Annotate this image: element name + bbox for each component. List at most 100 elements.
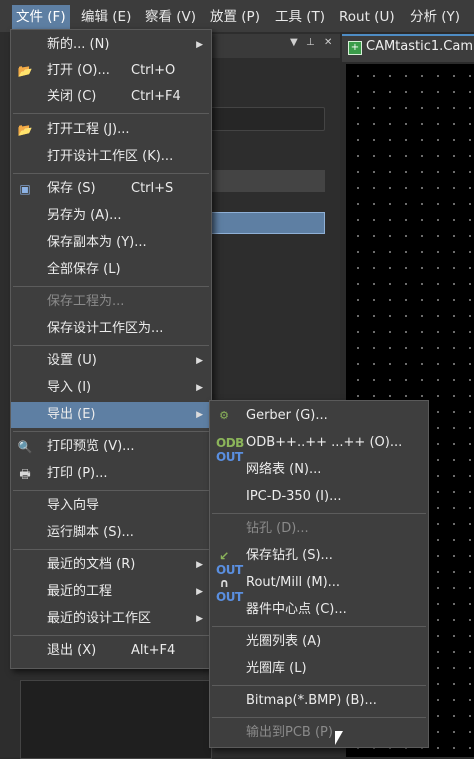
menu-view[interactable]: 察看 (V) <box>141 5 200 29</box>
menu-item-netlist[interactable]: 网络表 (N)... <box>210 457 428 483</box>
menu-item-aperture-library[interactable]: 光圈库 (L) <box>210 656 428 682</box>
menu-item-label: ODB++..++ ...++ (O)... <box>246 435 403 450</box>
menu-item-rout-mill[interactable]: ∩ OUT Rout/Mill (M)... <box>210 570 428 604</box>
menu-item-print-preview[interactable]: 🔍 打印预览 (V)... <box>11 434 211 460</box>
menu-item-label: 输出到PCB (P) <box>246 725 333 740</box>
menu-separator <box>13 490 209 491</box>
menu-item-gerber[interactable]: ⚙ Gerber (G)... <box>210 403 428 429</box>
menu-item-label: 新的... (N) <box>47 37 110 52</box>
menu-item-run-script[interactable]: 运行脚本 (S)... <box>11 520 211 546</box>
menu-edit[interactable]: 编辑 (E) <box>77 5 135 29</box>
menu-item-setup[interactable]: 设置 (U) ▶ <box>11 348 211 374</box>
menu-item-print[interactable]: 🖶 打印 (P)... <box>11 461 211 487</box>
open-project-icon: 📂 <box>17 123 33 137</box>
menu-file[interactable]: 文件 (F) <box>12 5 70 29</box>
menu-item-label: 打印 (P)... <box>47 466 108 481</box>
menu-item-export[interactable]: 导出 (E) ▶ <box>11 402 211 428</box>
shortcut-label: Ctrl+F4 <box>131 89 181 104</box>
menu-item-label: 保存 (S) <box>47 181 96 196</box>
cam-document-icon: + <box>348 41 362 55</box>
menu-separator <box>13 286 209 287</box>
menu-item-import-wizard[interactable]: 导入向导 <box>11 493 211 519</box>
panel-row[interactable] <box>210 170 325 192</box>
save-icon: ▣ <box>19 182 31 196</box>
panel-header: ▼ ⊥ ✕ <box>210 34 340 58</box>
menu-separator <box>212 626 426 627</box>
drill-export-icon: ↙ OUT <box>216 549 243 577</box>
menu-item-ipc-d-350[interactable]: IPC-D-350 (I)... <box>210 484 428 510</box>
menu-item-label: 保存设计工作区为... <box>47 321 164 336</box>
pin-icon[interactable]: ⊥ <box>306 37 315 48</box>
rout-mill-export-icon: ∩ OUT <box>216 576 243 604</box>
menu-item-label: 光圈列表 (A) <box>246 634 322 649</box>
menu-item-label: 打开设计工作区 (K)... <box>47 149 174 164</box>
menu-separator <box>212 513 426 514</box>
submenu-arrow-icon: ▶ <box>196 587 203 597</box>
menu-item-label: 导出 (E) <box>47 407 96 422</box>
export-submenu: ⚙ Gerber (G)... ODB OUT ODB++..++ ...++ (… <box>209 400 429 748</box>
menu-item-label: 保存钻孔 (S)... <box>246 548 333 563</box>
submenu-arrow-icon: ▶ <box>196 383 203 393</box>
document-tab[interactable]: + CAMtastic1.Cam * <box>342 34 474 62</box>
print-icon: 🖶 <box>19 467 31 481</box>
menu-item-label: 保存工程为... <box>47 294 125 309</box>
panel-row-selected[interactable] <box>210 212 325 234</box>
menu-item-label: 钻孔 (D)... <box>246 521 309 536</box>
menu-item-bitmap[interactable]: Bitmap(*.BMP) (B)... <box>210 688 428 714</box>
menu-item-open-project[interactable]: 📂 打开工程 (J)... <box>11 117 211 143</box>
mouse-cursor-icon <box>335 731 343 745</box>
menu-item-label: 最近的工程 <box>47 584 113 599</box>
menu-item-exit[interactable]: 退出 (X) Alt+F4 <box>11 638 211 664</box>
menu-item-label: 导入向导 <box>47 498 100 513</box>
menu-item-odb[interactable]: ODB OUT ODB++..++ ...++ (O)... <box>210 430 428 464</box>
close-icon[interactable]: ✕ <box>324 37 332 48</box>
menu-separator <box>13 549 209 550</box>
menu-item-new[interactable]: 新的... (N) ▶ <box>11 32 211 58</box>
menu-item-open[interactable]: 📂 打开 (O)... Ctrl+O <box>11 58 211 84</box>
menu-item-label: Gerber (G)... <box>246 408 328 423</box>
menu-item-save-drill[interactable]: ↙ OUT 保存钻孔 (S)... <box>210 543 428 577</box>
menu-item-open-workspace[interactable]: 打开设计工作区 (K)... <box>11 144 211 170</box>
menu-separator <box>13 635 209 636</box>
odb-export-icon: ODB OUT <box>216 436 244 464</box>
menu-item-save-copy-as[interactable]: 保存副本为 (Y)... <box>11 230 211 256</box>
menu-item-close[interactable]: 关闭 (C) Ctrl+F4 <box>11 84 211 110</box>
submenu-arrow-icon: ▶ <box>196 614 203 624</box>
panel-menu-icon[interactable]: ▼ <box>290 37 298 48</box>
menu-item-save-workspace-as[interactable]: 保存设计工作区为... <box>11 316 211 342</box>
menu-item-aperture-list[interactable]: 光圈列表 (A) <box>210 629 428 655</box>
menu-separator <box>212 685 426 686</box>
menu-item-import[interactable]: 导入 (I) ▶ <box>11 375 211 401</box>
menu-place[interactable]: 放置 (P) <box>206 5 264 29</box>
panel-list-area <box>20 680 212 759</box>
shortcut-label: Alt+F4 <box>131 643 176 658</box>
menu-item-label: 运行脚本 (S)... <box>47 525 134 540</box>
menu-separator <box>13 113 209 114</box>
menu-item-label: 打开工程 (J)... <box>47 122 130 137</box>
menu-tools[interactable]: 工具 (T) <box>271 5 329 29</box>
file-menu: 新的... (N) ▶ 📂 打开 (O)... Ctrl+O 关闭 (C) Ct… <box>10 29 212 669</box>
menu-item-save-all[interactable]: 全部保存 (L) <box>11 257 211 283</box>
panel-input[interactable] <box>210 107 325 131</box>
menu-item-label: 退出 (X) <box>47 643 97 658</box>
menu-item-recent-documents[interactable]: 最近的文档 (R) ▶ <box>11 552 211 578</box>
menu-item-label: 设置 (U) <box>47 353 97 368</box>
submenu-arrow-icon: ▶ <box>196 410 203 420</box>
shortcut-label: Ctrl+O <box>131 63 176 78</box>
menu-item-save-as[interactable]: 另存为 (A)... <box>11 203 211 229</box>
menu-item-label: Rout/Mill (M)... <box>246 575 341 590</box>
gerber-export-icon: ⚙ <box>219 409 229 422</box>
menu-analysis[interactable]: 分析 (Y) <box>406 5 464 29</box>
menu-item-save[interactable]: ▣ 保存 (S) Ctrl+S <box>11 176 211 202</box>
menu-item-component-centroid[interactable]: 器件中心点 (C)... <box>210 597 428 623</box>
menu-item-export-to-pcb: 输出到PCB (P) <box>210 720 428 746</box>
menu-item-drill: 钻孔 (D)... <box>210 516 428 542</box>
menu-item-label: Bitmap(*.BMP) (B)... <box>246 693 377 708</box>
open-folder-icon: 📂 <box>17 64 33 78</box>
menu-rout[interactable]: Rout (U) <box>335 5 399 29</box>
menu-separator <box>13 431 209 432</box>
menu-item-recent-projects[interactable]: 最近的工程 ▶ <box>11 579 211 605</box>
menu-item-label: 保存副本为 (Y)... <box>47 235 147 250</box>
submenu-arrow-icon: ▶ <box>196 356 203 366</box>
menu-item-recent-workspaces[interactable]: 最近的设计工作区 ▶ <box>11 606 211 632</box>
